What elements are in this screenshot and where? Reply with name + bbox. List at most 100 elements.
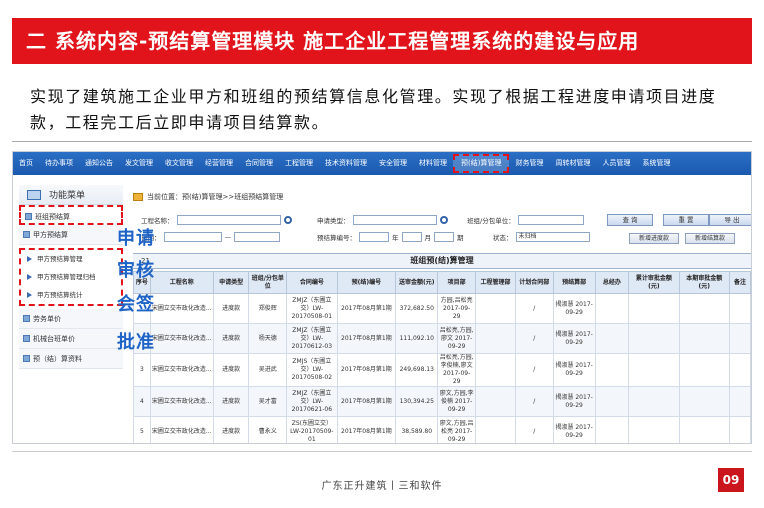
add-settlement-button[interactable]: 新增结算款 (685, 233, 735, 244)
date-end-input[interactable] (234, 232, 280, 242)
search-icon[interactable] (283, 216, 292, 224)
cell-eng (475, 416, 516, 443)
cell-team: 吴进武 (248, 353, 288, 387)
month-label: 月 (424, 234, 432, 242)
cell-dept: 吕松亮,方园,李俊楠,廖文 2017-09-29 (437, 353, 477, 387)
nav-item[interactable]: 经营管理 (199, 152, 239, 175)
nav-item[interactable]: 系统管理 (636, 152, 676, 175)
apply-type-input[interactable] (352, 215, 437, 225)
filter-label: 班组/分包单位： (467, 217, 515, 225)
menu-item-team-settlement[interactable]: 班组预结算 (19, 205, 123, 225)
status-select[interactable]: 未归档 (515, 232, 590, 242)
table-row[interactable]: 宋圃立交市政化改造... 进度款 郑俊辉 ZMJZ（东圃立交）LW-20170508-… (133, 293, 751, 324)
date-dash: — (224, 233, 232, 241)
project-name-input[interactable] (176, 215, 281, 225)
footer-divider (12, 451, 752, 452)
nav-item[interactable]: 周转材管理 (549, 152, 596, 175)
team-unit-input[interactable] (517, 215, 584, 225)
search-icon[interactable] (439, 216, 448, 224)
intro-text: 实现了建筑施工企业甲方和班组的预结算信息化管理。实现了根据工程进度申请项目进度款… (30, 87, 717, 132)
column-header: 工程名称 (149, 271, 214, 294)
cell-budget: 揭淑慧 2017-09-29 (552, 323, 596, 354)
menu-header-label: 功能菜单 (49, 191, 86, 201)
cell-project[interactable]: 宋圃立交市政化改造... (149, 416, 214, 443)
export-button[interactable]: 导 出 (709, 214, 751, 226)
menu-item-labor-price[interactable]: 劳务单价 (19, 309, 123, 329)
filter-label: 状态： (493, 234, 513, 242)
cell-plan: / (514, 416, 554, 443)
cell-project[interactable]: 宋圃立交市政化改造... (149, 293, 214, 324)
nav-item[interactable]: 技术资料管理 (319, 152, 373, 175)
column-header: 班组/分包单位 (248, 271, 288, 294)
cell-note (728, 323, 751, 354)
cell-type: 进度款 (212, 353, 250, 387)
reset-button[interactable]: 重 置 (663, 214, 709, 226)
cell-project[interactable]: 宋圃立交市政化改造... (149, 386, 214, 417)
month-input[interactable] (401, 232, 422, 242)
table-row[interactable]: 3 宋圃立交市政化改造... 进度款 吴进武 ZMJS（东圃立交）LW-20170508… (133, 353, 751, 387)
cell-no: 5 (133, 416, 151, 443)
filter-panel: 工程名称： 申请类型： 班组/分包单位： 日期： — 预结算编号： 年 月 期 … (141, 213, 751, 249)
year-input[interactable] (359, 232, 389, 242)
nav-item[interactable]: 工程管理 (279, 152, 319, 175)
nav-item[interactable]: 预(结)算管理 (453, 154, 510, 173)
nav-item[interactable]: 合同管理 (239, 152, 279, 175)
cell-dept: 吕松亮,方园,廖文 2017-09-29 (437, 323, 477, 354)
cell-dept: 方园,吕松亮 2017-09-29 (437, 293, 477, 324)
cell-eng (475, 353, 516, 387)
menu-item-machine-price[interactable]: 机械台班单价 (19, 329, 123, 349)
folder-icon (23, 231, 30, 238)
cell-code[interactable]: 2017年08月第1期 (336, 293, 397, 324)
period-label: 期 (457, 234, 464, 242)
menu-item-label: 劳务单价 (33, 315, 61, 323)
cell-plan: / (514, 386, 554, 417)
cell-code[interactable]: 2017年08月第1期 (336, 386, 397, 417)
add-progress-button[interactable]: 新增进度款 (629, 233, 679, 244)
cell-amount: 38,589.80 (395, 416, 439, 443)
left-menu: 功能菜单 班组预结算 甲方预结算 甲方预结算管理 甲方预结算管理归档 甲方预结算… (19, 185, 123, 443)
period-input[interactable] (434, 232, 454, 242)
nav-item[interactable]: 收文管理 (159, 152, 199, 175)
cell-project[interactable]: 宋圃立交市政化改造... (149, 323, 214, 354)
cell-cur (678, 353, 730, 387)
submenu-label: 甲方预结算统计 (37, 291, 83, 299)
cell-code[interactable]: 2017年08月第1期 (336, 353, 397, 387)
filter-team: 班组/分包单位： (467, 215, 584, 225)
cell-code[interactable]: 2017年08月第1期 (336, 323, 397, 354)
menu-item-settlement-docs[interactable]: 预（结）算资料 (19, 349, 123, 369)
cell-project[interactable]: 宋圃立交市政化改造... (149, 353, 214, 387)
filter-status: 状态： 未归档 (493, 232, 590, 242)
date-start-input[interactable] (163, 232, 222, 242)
app-screenshot: 首页 待办事项 通知公告 发文管理 收文管理 经营管理 合同管理 工程管理 技术资料管理 安全管理… (12, 151, 752, 444)
submenu-owner-settlement-manage[interactable]: 甲方预结算管理 (21, 250, 121, 268)
table-row[interactable]: 4 宋圃立交市政化改造... 进度款 吴才富 ZMJZ（东圃立交）LW-20170621… (133, 386, 751, 417)
menu-header: 功能菜单 (19, 185, 123, 205)
arrow-right-icon (27, 274, 32, 280)
menu-item-owner-settlement[interactable]: 甲方预结算 (19, 225, 123, 245)
cell-code[interactable]: 2017年08月第1期 (336, 416, 397, 443)
table-title: 班组预(结)算管理 (410, 256, 474, 265)
nav-item[interactable]: 财务管理 (509, 152, 549, 175)
nav-item[interactable]: 材料管理 (413, 152, 453, 175)
table-row[interactable]: 宋圃立交市政化改造... 进度款 杨天德 ZMJZ（东圃立交）LW-20170612-… (133, 323, 751, 354)
cell-acc (628, 416, 680, 443)
query-button[interactable]: 查 询 (607, 214, 653, 226)
nav-item[interactable]: 发文管理 (119, 152, 159, 175)
submenu-owner-settlement-archive[interactable]: 甲方预结算管理归档 (21, 268, 121, 286)
cell-contract: ZMJZ（东圃立交）LW-20170508-01 (286, 293, 338, 324)
nav-item[interactable]: 通知公告 (79, 152, 119, 175)
nav-item[interactable]: 安全管理 (373, 152, 413, 175)
column-header: 项目部 (437, 271, 477, 294)
nav-item[interactable]: 待办事项 (39, 152, 79, 175)
nav-item[interactable]: 人员管理 (596, 152, 636, 175)
cell-note (728, 293, 751, 324)
nav-item[interactable]: 首页 (13, 152, 39, 175)
submenu-label: 甲方预结算管理归档 (37, 273, 96, 281)
cell-dept: 廖文,方园,吕松亮 2017-09-29 (437, 416, 477, 443)
cell-note (728, 416, 751, 443)
workflow-step-approve: 批准 (117, 332, 155, 353)
submenu-owner-settlement-stats[interactable]: 甲方预结算统计 (21, 286, 121, 304)
table-row[interactable]: 5 宋圃立交市政化改造... 进度款 曹永义 ZS(东圃立交）LW-20170509-0… (133, 416, 751, 443)
cell-type: 进度款 (212, 293, 250, 324)
column-header: 送审金额(元) (395, 271, 439, 294)
